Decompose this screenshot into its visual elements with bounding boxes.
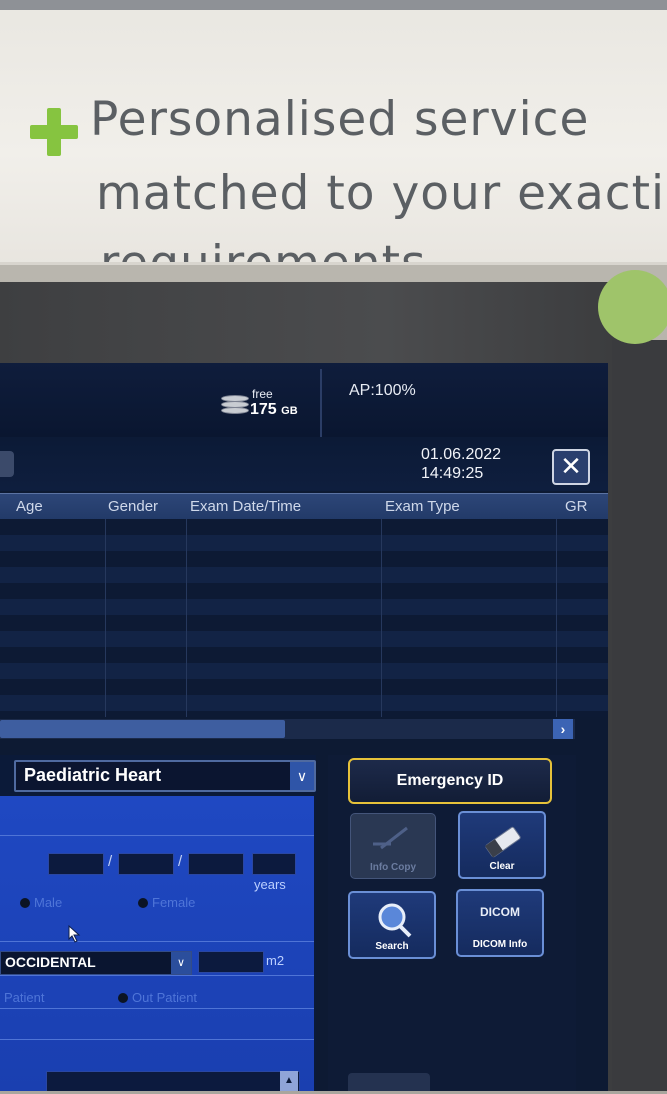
chevron-down-icon[interactable]: ∨ — [290, 762, 314, 790]
gender-female-label: Female — [152, 895, 196, 910]
form-divider — [0, 1008, 314, 1009]
dob-day-field[interactable] — [48, 853, 104, 875]
eraser-icon — [485, 826, 521, 858]
power-indicator-icon — [598, 270, 667, 344]
ethnicity-value: OCCIDENTAL — [5, 954, 96, 970]
in-patient-label: Patient — [4, 990, 45, 1005]
search-icon — [378, 903, 412, 938]
clear-button[interactable]: Clear — [458, 811, 546, 879]
out-patient-label: Out Patient — [132, 990, 198, 1005]
status-divider — [320, 369, 322, 437]
dob-separator: / — [108, 853, 113, 870]
gender-male-label: Male — [34, 895, 63, 910]
column-header-gr[interactable]: GR — [565, 498, 588, 515]
poster-top-band — [0, 0, 667, 10]
dicom-info-button[interactable]: DICOM DICOM Info — [456, 889, 544, 957]
scrollbar-thumb[interactable] — [0, 720, 285, 738]
exam-type-select[interactable]: Paediatric Heart ∨ — [14, 760, 316, 792]
current-date: 01.06.2022 — [421, 446, 502, 463]
column-header-exam-datetime[interactable]: Exam Date/Time — [190, 498, 301, 515]
dob-month-field[interactable] — [118, 853, 174, 875]
exam-type-value: Paediatric Heart — [24, 765, 162, 785]
age-field[interactable] — [252, 853, 296, 875]
status-bar: free 175 GB AP:100% — [0, 363, 608, 437]
patient-table-body[interactable] — [0, 519, 608, 717]
free-space-value: 175 GB — [250, 401, 298, 419]
acoustic-power-readout: AP:100% — [349, 382, 416, 399]
gender-male-radio[interactable] — [20, 898, 30, 908]
column-header-age[interactable]: Age — [16, 498, 43, 515]
datebar-tab[interactable] — [0, 451, 14, 477]
gender-female-radio[interactable] — [138, 898, 148, 908]
patient-table-header: Age Gender Exam Date/Time Exam Type GR — [0, 493, 608, 520]
column-header-gender[interactable]: Gender — [108, 498, 158, 515]
column-header-exam-type[interactable]: Exam Type — [385, 498, 460, 515]
free-space-number: 175 — [250, 401, 277, 418]
wall-poster: Personalised service matched to your exa… — [0, 0, 667, 291]
form-divider — [0, 835, 314, 836]
patient-form — [0, 796, 314, 1091]
emergency-id-button[interactable]: Emergency ID — [348, 758, 552, 804]
ethnicity-select[interactable]: OCCIDENTAL ∨ — [0, 951, 192, 975]
dicom-icon: DICOM — [480, 905, 520, 919]
age-unit-label: years — [254, 877, 286, 892]
hidden-button-edge — [348, 1073, 430, 1091]
datetime-bar: 01.06.2022 14:49:25 — [0, 437, 608, 491]
mouse-cursor-icon — [68, 925, 81, 943]
info-copy-label: Info Copy — [369, 862, 417, 873]
close-button[interactable]: ✕ — [552, 449, 590, 485]
form-divider — [0, 1039, 314, 1040]
chevron-up-icon[interactable]: ▲ — [280, 1071, 298, 1091]
bsa-unit-label: m2 — [266, 953, 285, 968]
info-copy-icon — [373, 826, 408, 850]
out-patient-radio[interactable] — [118, 993, 128, 1003]
plus-icon — [30, 108, 78, 156]
clear-label: Clear — [489, 861, 515, 872]
free-space-unit: GB — [281, 405, 298, 417]
column-divider — [556, 519, 557, 717]
disk-storage-icon — [221, 393, 249, 415]
form-divider — [0, 975, 314, 976]
comment-field[interactable] — [46, 1071, 300, 1091]
column-divider — [105, 519, 106, 717]
info-copy-button[interactable]: Info Copy — [350, 813, 436, 879]
bsa-field[interactable] — [198, 951, 264, 973]
column-divider — [186, 519, 187, 717]
ultrasound-screen: free 175 GB AP:100% 01.06.2022 14:49:25 … — [0, 363, 608, 1091]
dob-separator: / — [178, 853, 183, 870]
poster-headline-2: matched to your exactin — [96, 166, 667, 221]
form-divider — [0, 941, 314, 942]
free-space-label: free — [252, 387, 273, 401]
search-label: Search — [375, 941, 409, 952]
search-button[interactable]: Search — [348, 891, 436, 959]
bezel-right-rail — [612, 340, 667, 1091]
dicom-info-label: DICOM Info — [472, 939, 528, 950]
poster-headline-1: Personalised service — [90, 92, 590, 147]
dob-year-field[interactable] — [188, 853, 244, 875]
table-horizontal-scrollbar[interactable] — [0, 719, 575, 739]
scroll-right-arrow-icon[interactable]: › — [553, 719, 573, 739]
chevron-down-icon[interactable]: ∨ — [171, 952, 191, 974]
column-divider — [381, 519, 382, 717]
current-time: 14:49:25 — [421, 465, 484, 482]
